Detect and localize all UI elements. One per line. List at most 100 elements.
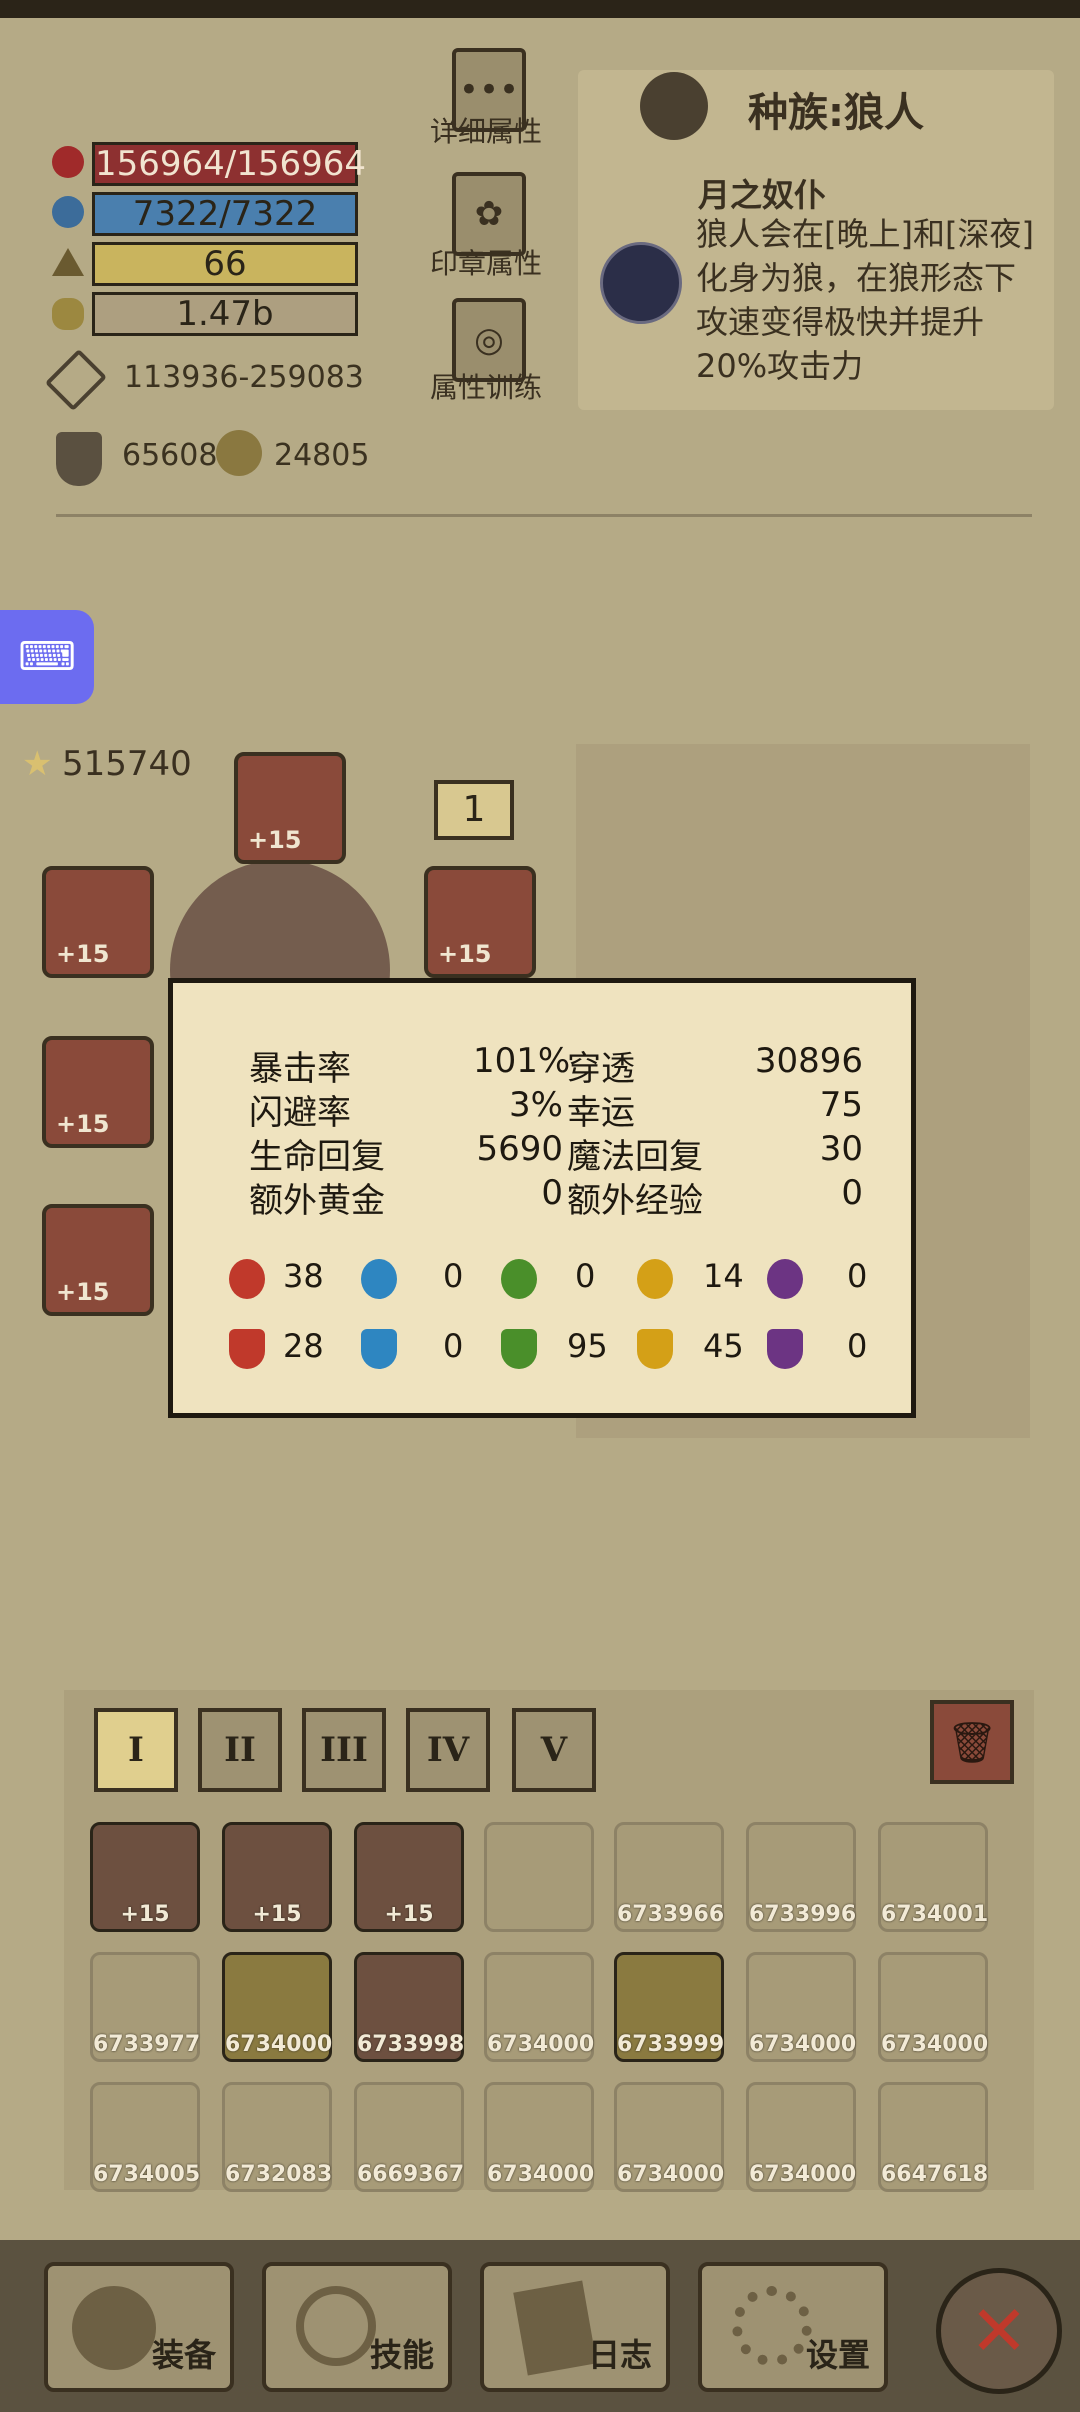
- stat-label: 魔法回复: [567, 1137, 703, 1177]
- wolf-head-icon: [640, 72, 708, 140]
- stat-value: 0: [841, 1173, 863, 1213]
- nav-settings-label: 设置: [805, 2336, 870, 2374]
- stat-value: 0: [541, 1173, 563, 1213]
- equip-slot-armor[interactable]: +15: [424, 866, 536, 978]
- tab-page-5[interactable]: V: [512, 1708, 596, 1792]
- nature-defense-icon: [501, 1329, 537, 1369]
- detail-button-label[interactable]: 详细属性: [430, 110, 542, 150]
- inventory-slot[interactable]: 6734000: [614, 2082, 724, 2192]
- training-button-label[interactable]: 属性训练: [430, 366, 542, 406]
- hp-value: 156964/156964: [95, 144, 367, 184]
- armor-icon: [56, 432, 102, 486]
- mana-icon: [52, 196, 84, 228]
- inventory-slot[interactable]: 6734000: [746, 2082, 856, 2192]
- stat-label: 暴击率: [249, 1049, 351, 1089]
- arcane-defense-value: 0: [847, 1327, 868, 1365]
- trait-description: 狼人会在[晚上]和[深夜]化身为狼，在狼形态下攻速变得极快并提升20%攻击力: [696, 215, 1034, 385]
- axe-icon: [72, 2286, 156, 2370]
- stat-value: 3%: [509, 1085, 563, 1125]
- stat-value: 75: [819, 1085, 863, 1125]
- score-value: 515740: [62, 744, 192, 784]
- stat-label: 幸运: [567, 1093, 635, 1133]
- inventory-slot[interactable]: 6734005: [90, 2082, 200, 2192]
- skill-icon: [296, 2286, 376, 2366]
- inventory-slot[interactable]: 6733999: [614, 1952, 724, 2062]
- top-bar: [0, 0, 1080, 18]
- inventory-slot[interactable]: 6734001: [878, 1822, 988, 1932]
- inventory-slot[interactable]: 6734000: [222, 1952, 332, 2062]
- inventory-slot[interactable]: 6734000: [746, 1952, 856, 2062]
- stats-popup: 暴击率 101% 穿透 30896 闪避率 3% 幸运 75 生命回复 5690…: [168, 978, 916, 1418]
- divider: [56, 514, 1032, 517]
- lightning-defense-icon: [637, 1329, 673, 1369]
- seal-button-label[interactable]: 印章属性: [430, 242, 542, 282]
- inventory-slot[interactable]: +15: [354, 1822, 464, 1932]
- trait-title: 月之奴仆: [698, 176, 827, 214]
- water-defense-icon: [361, 1329, 397, 1369]
- fire-defense-value: 28: [283, 1327, 324, 1365]
- inventory-slot[interactable]: 6734000: [484, 2082, 594, 2192]
- inventory-slot[interactable]: 6733966: [614, 1822, 724, 1932]
- equip-slot-boots[interactable]: +15: [42, 1204, 154, 1316]
- gold-bar: 1.47b: [92, 292, 358, 336]
- arcane-defense-icon: [767, 1329, 803, 1369]
- water-attack-value: 0: [443, 1257, 464, 1295]
- equip-slot-gloves[interactable]: +15: [42, 1036, 154, 1148]
- inventory-slot[interactable]: 6732083: [222, 2082, 332, 2192]
- lightning-attack-value: 14: [703, 1257, 744, 1295]
- nav-log[interactable]: 日志: [480, 2262, 670, 2392]
- lightning-defense-value: 45: [703, 1327, 744, 1365]
- tab-page-3[interactable]: III: [302, 1708, 386, 1792]
- hp-bar: 156964/156964: [92, 142, 366, 186]
- stat-value: 101%: [473, 1041, 571, 1081]
- armor-value: 65608: [122, 438, 218, 473]
- nature-attack-icon: [501, 1259, 537, 1299]
- stat-label: 穿透: [567, 1049, 635, 1089]
- fire-attack-icon: [229, 1259, 265, 1299]
- inventory-slot[interactable]: +15: [90, 1822, 200, 1932]
- inventory-slot[interactable]: 6647618: [878, 2082, 988, 2192]
- inventory-slot[interactable]: 6733977: [90, 1952, 200, 2062]
- level-icon: [52, 248, 84, 276]
- inventory-slot[interactable]: +15: [222, 1822, 332, 1932]
- trash-icon[interactable]: 🗑: [930, 1700, 1014, 1784]
- close-icon[interactable]: ✕: [936, 2268, 1062, 2394]
- gear-icon: [732, 2286, 812, 2366]
- inventory-slot[interactable]: 6733996: [746, 1822, 856, 1932]
- stat-label: 生命回复: [249, 1137, 385, 1177]
- nature-attack-value: 0: [575, 1257, 596, 1295]
- equip-slot-weapon[interactable]: +15: [42, 866, 154, 978]
- nav-equipment[interactable]: 装备: [44, 2262, 234, 2392]
- stat-value: 30: [819, 1129, 863, 1169]
- mp-value: 7322/7322: [132, 194, 318, 234]
- stat-label: 额外经验: [567, 1181, 703, 1221]
- tab-page-4[interactable]: IV: [406, 1708, 490, 1792]
- gold-value: 1.47b: [176, 294, 274, 334]
- tab-page-2[interactable]: II: [198, 1708, 282, 1792]
- attack-range: 113936-259083: [124, 360, 364, 395]
- water-defense-value: 0: [443, 1327, 464, 1365]
- arcane-attack-value: 0: [847, 1257, 868, 1295]
- equip-slot-helmet[interactable]: +15: [234, 752, 346, 864]
- water-attack-icon: [361, 1259, 397, 1299]
- inventory-slot[interactable]: [484, 1822, 594, 1932]
- nav-equipment-label: 装备: [151, 2336, 216, 2374]
- armor2-value: 24805: [274, 438, 370, 473]
- mp-bar: 7322/7322: [92, 192, 358, 236]
- gamepad-icon[interactable]: ⌨: [0, 610, 94, 704]
- inventory-slot[interactable]: 6669367: [354, 2082, 464, 2192]
- inventory-slot[interactable]: 6734000: [878, 1952, 988, 2062]
- level-value: 66: [203, 244, 247, 284]
- gold-icon: [52, 298, 84, 330]
- moon-wolf-icon: [600, 242, 682, 324]
- stat-label: 闪避率: [249, 1093, 351, 1133]
- nav-settings[interactable]: 设置: [698, 2262, 888, 2392]
- nav-skills[interactable]: 技能: [262, 2262, 452, 2392]
- fire-attack-value: 38: [283, 1257, 324, 1295]
- inventory-slot[interactable]: 6734000: [484, 1952, 594, 2062]
- inventory-slot[interactable]: 6733998: [354, 1952, 464, 2062]
- fire-defense-icon: [229, 1329, 265, 1369]
- level-bar: 66: [92, 242, 358, 286]
- tab-page-1[interactable]: I: [94, 1708, 178, 1792]
- stat-value: 5690: [476, 1129, 563, 1169]
